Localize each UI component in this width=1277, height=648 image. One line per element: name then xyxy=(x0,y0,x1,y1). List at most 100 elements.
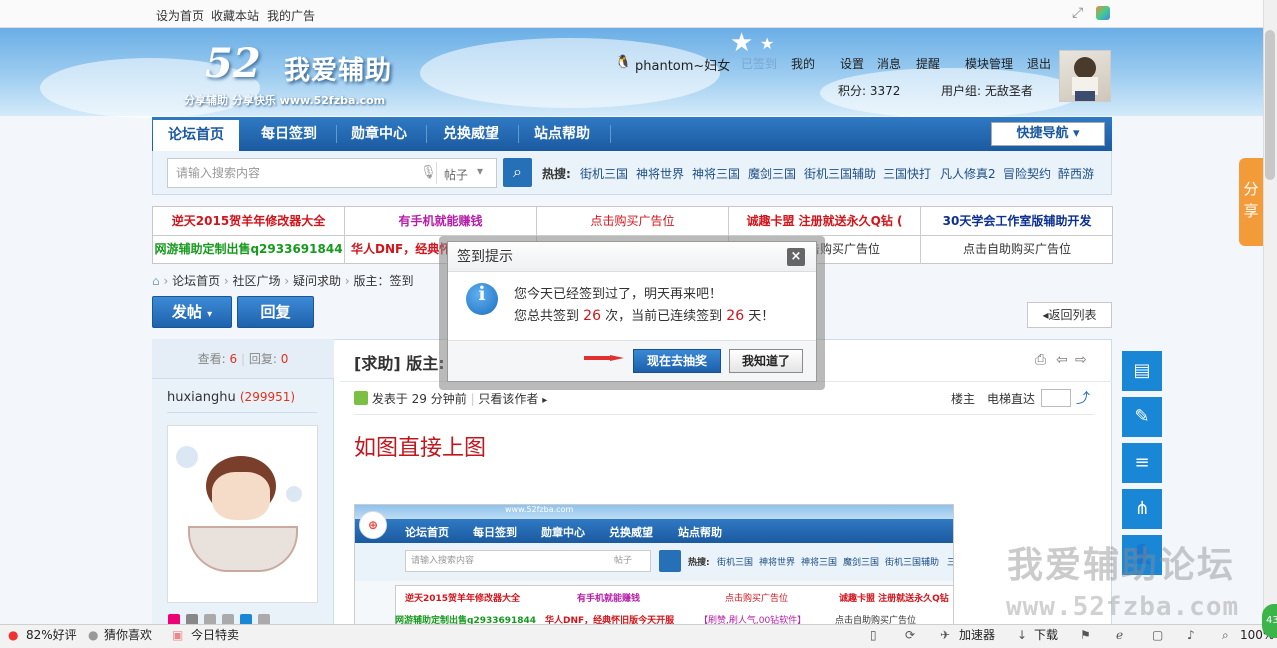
window-icon[interactable]: ▢ xyxy=(1152,626,1163,644)
points-link[interactable]: 积分: 3372 xyxy=(838,82,900,99)
back-to-list-button[interactable]: ◂返回列表 xyxy=(1027,302,1112,328)
hot-search-link[interactable]: 醉西游 xyxy=(1058,165,1094,182)
document-icon[interactable]: ▤ xyxy=(1122,351,1162,391)
color-theme-icon[interactable] xyxy=(1096,6,1110,20)
volume-icon[interactable]: ♪ xyxy=(1187,626,1195,644)
speed-badge[interactable]: 43 xyxy=(1262,604,1277,638)
set-home-link[interactable]: 设为首页 xyxy=(156,7,204,24)
author-avatar[interactable] xyxy=(167,425,318,603)
caret-down-icon: ▾ xyxy=(1073,126,1080,141)
ad-link[interactable]: 诚趣卡盟 注册就送永久Q钻 ( xyxy=(729,207,921,236)
ad-link[interactable]: 网游辅助定制出售q2933691844 xyxy=(153,235,345,264)
floor-label: 楼主 xyxy=(951,392,976,406)
messages-link[interactable]: 消息 xyxy=(877,55,901,72)
share-nodes-icon[interactable]: ⋔ xyxy=(1122,489,1162,529)
next-thread-icon[interactable]: ⇨ xyxy=(1075,352,1087,368)
refresh-icon[interactable]: ⟳ xyxy=(905,626,915,644)
rating-link[interactable]: 82%好评 xyxy=(26,626,77,644)
usergroup-link[interactable]: 用户组: 无敌圣者 xyxy=(941,82,1033,99)
accelerator-icon: ✈ xyxy=(940,628,951,642)
hot-search-link[interactable]: 魔剑三国 xyxy=(748,165,796,182)
share-tab[interactable]: 分享 xyxy=(1239,158,1263,246)
author-username[interactable]: huxianghu xyxy=(167,390,236,405)
home-icon[interactable]: ⌂ xyxy=(152,274,160,288)
post-content-text: 如图直接上图 xyxy=(354,436,487,461)
dialog-message-line2: 您总共签到 26 次，当前已连续签到 26 天！ xyxy=(514,308,775,324)
bookmark-link[interactable]: 收藏本站 xyxy=(211,7,259,24)
watermark-text: 我爱辅助论坛 xyxy=(1007,545,1236,586)
breadcrumb-community[interactable]: 社区广场 xyxy=(233,274,281,288)
edit-icon[interactable]: ✎ xyxy=(1122,397,1162,437)
quick-nav-button[interactable]: 快捷导航 ▾ xyxy=(991,122,1105,146)
qq-penguin-icon: 🐧 xyxy=(615,55,632,70)
floor-jump-input[interactable] xyxy=(1041,389,1071,407)
zoom-icon: ⌕ xyxy=(1222,628,1229,642)
phone-icon[interactable]: ▯ xyxy=(870,626,877,644)
go-floor-icon[interactable]: ⤴ xyxy=(1076,388,1090,408)
embedded-nav-item: 兑换威望 xyxy=(609,526,653,539)
logout-link[interactable]: 退出 xyxy=(1027,55,1051,72)
breadcrumb-forum-home[interactable]: 论坛首页 xyxy=(172,274,220,288)
tab-exchange-prestige[interactable]: 兑换威望 xyxy=(426,117,516,151)
hot-search-link[interactable]: 神将三国 xyxy=(692,165,740,182)
guess-you-like-link[interactable]: 猜你喜欢 xyxy=(104,626,152,644)
go-lottery-button[interactable]: 现在去抽奖 xyxy=(633,349,721,373)
print-icon[interactable]: ⎙ xyxy=(1035,352,1046,368)
tab-site-help[interactable]: 站点帮助 xyxy=(518,117,606,151)
site-logo-number[interactable]: 52 xyxy=(205,40,261,87)
ad-link[interactable]: 点击购买广告位 xyxy=(537,207,729,236)
dialog-close-button[interactable]: × xyxy=(787,248,805,266)
microphone-icon[interactable]: 🎙 xyxy=(420,165,437,180)
my-ads-link[interactable]: 我的广告 xyxy=(267,7,315,24)
hot-search-link[interactable]: 街机三国辅助 xyxy=(804,165,876,182)
star-decoration-icon: ★ xyxy=(730,28,754,58)
ad-link[interactable]: 30天学会工作室版辅助开发 xyxy=(921,207,1113,236)
modules-link[interactable]: 模块管理 xyxy=(965,55,1013,72)
remind-link[interactable]: 提醒 xyxy=(916,55,940,72)
hot-search-link[interactable]: 冒险契约 xyxy=(1003,165,1051,182)
embedded-nav-item: 勋章中心 xyxy=(541,526,585,539)
thread-title: [求助] 版主: xyxy=(354,354,445,373)
user-avatar[interactable] xyxy=(1059,50,1111,102)
scrollbar-thumb[interactable] xyxy=(1265,30,1275,180)
my-menu-link[interactable]: 我的 xyxy=(791,55,815,72)
flag-icon[interactable]: ⚑ xyxy=(1080,626,1091,644)
tab-forum-home[interactable]: 论坛首页 xyxy=(153,120,239,151)
settings-link[interactable]: 设置 xyxy=(840,55,864,72)
tab-medal-center[interactable]: 勋章中心 xyxy=(336,117,422,151)
hot-search-link[interactable]: 三国快打 xyxy=(883,165,931,182)
zoom-image-icon[interactable]: ⊕ xyxy=(359,511,387,539)
browser-favorites-bar: 设为首页 收藏本站 我的广告 ⤢ xyxy=(0,0,1277,28)
accelerator-link[interactable]: 加速器 xyxy=(959,626,995,644)
new-post-button[interactable]: 发帖 ▾ xyxy=(152,296,232,328)
ad-link[interactable]: 点击自助购买广告位 xyxy=(921,235,1113,264)
jump-floor-label: 电梯直达 xyxy=(987,392,1036,406)
username-link[interactable]: phantom~妇女 xyxy=(635,55,730,74)
site-logo-name[interactable]: 我爱辅助 xyxy=(284,50,392,87)
got-it-button[interactable]: 我知道了 xyxy=(729,349,803,373)
download-link[interactable]: 下载 xyxy=(1034,626,1058,644)
site-slogan: 分享辅助 分享快乐 www.52fzba.com xyxy=(184,94,386,107)
ie-icon[interactable]: ℯ xyxy=(1116,626,1123,644)
author-name[interactable]: huxianghu (299951) xyxy=(167,390,295,405)
post-image[interactable]: www.52fzba.com 论坛首页 每日签到 勋章中心 兑换威望 站点帮助 … xyxy=(354,504,954,629)
author-uid: (299951) xyxy=(239,390,296,404)
search-type-select[interactable]: 帖子 xyxy=(444,166,468,183)
red-arrow-annotation xyxy=(584,355,624,361)
only-author-link[interactable]: 只看该作者 xyxy=(478,392,538,406)
breadcrumb-help[interactable]: 疑问求助 xyxy=(293,274,341,288)
list-icon[interactable]: ≡ xyxy=(1122,443,1162,483)
previous-thread-icon[interactable]: ⇦ xyxy=(1056,352,1068,368)
search-button[interactable]: ⌕ xyxy=(503,158,532,187)
hot-search-link[interactable]: 凡人修真2 xyxy=(940,165,996,182)
deals-link[interactable]: 今日特卖 xyxy=(191,626,239,644)
hot-search-link[interactable]: 街机三国 xyxy=(580,165,628,182)
ad-link[interactable]: 有手机就能赚钱 xyxy=(345,207,537,236)
ad-link[interactable]: 逆天2015贺羊年修改器大全 xyxy=(153,207,345,236)
tab-daily-sign[interactable]: 每日签到 xyxy=(246,117,332,151)
fullscreen-icon[interactable]: ⤢ xyxy=(1072,5,1083,21)
reply-button[interactable]: 回复 xyxy=(237,296,314,328)
embedded-nav-item: 论坛首页 xyxy=(405,526,449,539)
hot-search-label: 热搜: xyxy=(542,167,571,181)
hot-search-link[interactable]: 神将世界 xyxy=(636,165,684,182)
